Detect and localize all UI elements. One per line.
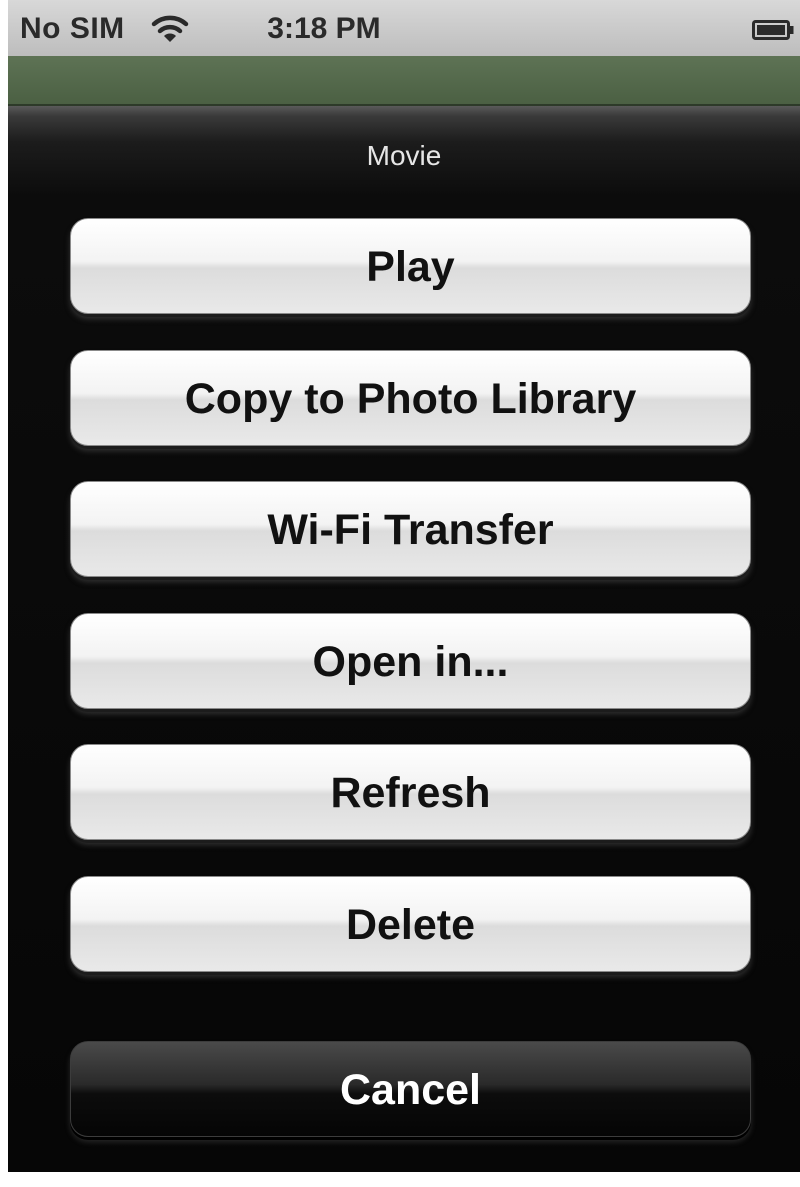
wifi-transfer-button[interactable]: Wi-Fi Transfer (70, 481, 751, 577)
status-bar: No SIM 3:18 PM (8, 0, 800, 56)
navigation-bar (8, 56, 800, 106)
delete-button[interactable]: Delete (70, 876, 751, 972)
action-sheet-title: Movie (366, 140, 442, 171)
refresh-button[interactable]: Refresh (70, 744, 751, 840)
status-time: 3:18 PM (267, 12, 381, 45)
screen: No SIM 3:18 PM Movie Play Copy to Photo … (8, 0, 800, 1172)
action-sheet: Movie Play Copy to Photo Library Wi-Fi T… (8, 106, 800, 1172)
play-button[interactable]: Play (70, 218, 751, 314)
device-frame: No SIM 3:18 PM Movie Play Copy to Photo … (0, 0, 800, 1187)
open-in-button[interactable]: Open in... (70, 613, 751, 709)
copy-to-photo-library-button[interactable]: Copy to Photo Library (70, 350, 751, 446)
battery-icon (752, 20, 794, 40)
cancel-button[interactable]: Cancel (70, 1041, 751, 1137)
